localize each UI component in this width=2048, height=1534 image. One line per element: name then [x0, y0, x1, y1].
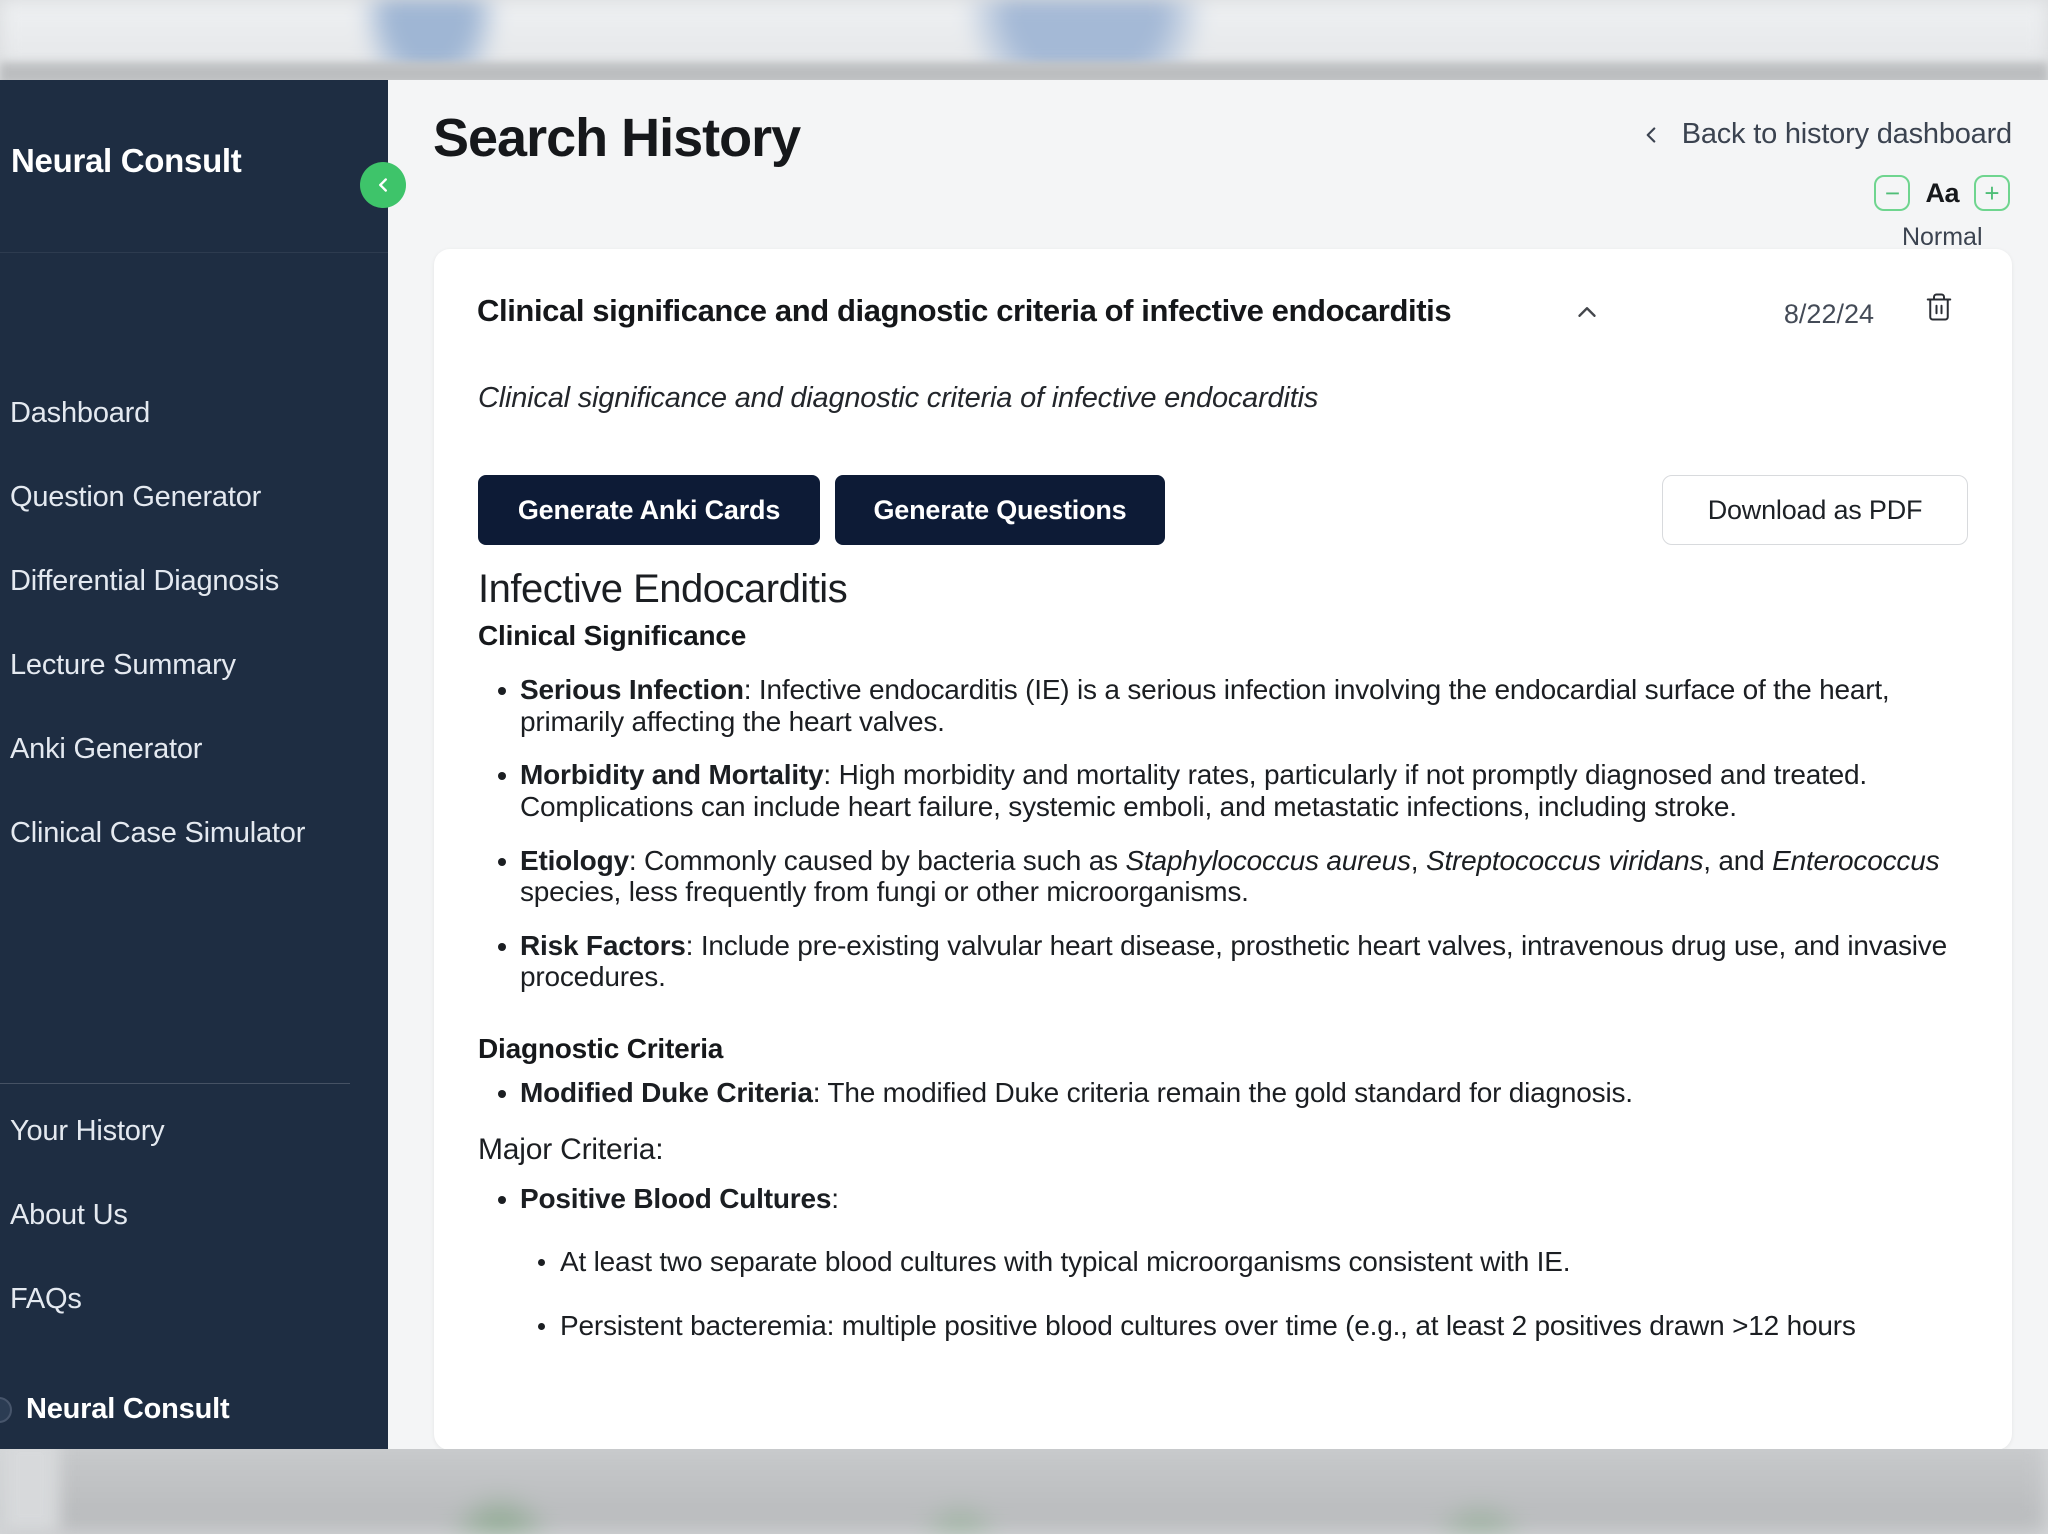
chevron-left-icon	[1646, 126, 1656, 143]
backdrop-bottom-blur	[0, 1436, 2048, 1534]
sidebar-divider	[0, 252, 388, 253]
bullet-term: Serious Infection	[520, 674, 744, 705]
list-item: Serious Infection: Infective endocarditi…	[478, 674, 1978, 737]
bullet-term: Modified Duke Criteria	[520, 1077, 813, 1108]
sidebar: Neural Consult Dashboard Question Genera…	[0, 80, 388, 1449]
back-to-history-dashboard-button[interactable]: Back to history dashboard	[1638, 118, 2012, 151]
bullet-text: : The modified Duke criteria remain the …	[812, 1077, 1633, 1108]
list-item: Morbidity and Mortality: High morbidity …	[478, 759, 1978, 822]
backdrop-top-blur	[0, 0, 2048, 70]
chevron-up-icon	[1578, 307, 1596, 317]
sidebar-item-dashboard[interactable]: Dashboard	[10, 397, 150, 430]
list-item: Etiology: Commonly caused by bacteria su…	[478, 845, 1978, 908]
font-size-name: Normal	[1901, 223, 1983, 251]
sidebar-item-faqs[interactable]: FAQs	[10, 1283, 82, 1316]
trash-icon	[1926, 293, 1952, 321]
list-item: At least two separate blood cultures wit…	[520, 1246, 1978, 1278]
font-size-controls: − Aa + Normal	[1874, 175, 2010, 252]
app-window: Neural Consult Dashboard Question Genera…	[0, 80, 2048, 1449]
organism-name: Staphylococcus aureus	[1125, 844, 1411, 876]
download-as-pdf-button[interactable]: Download as PDF	[1662, 475, 1968, 545]
sidebar-section-divider	[0, 1083, 350, 1084]
sidebar-item-clinical-case-simulator[interactable]: Clinical Case Simulator	[10, 817, 305, 850]
bullet-text: , and	[1703, 844, 1773, 876]
sidebar-item-lecture-summary[interactable]: Lecture Summary	[10, 649, 236, 682]
delete-record-button[interactable]	[1924, 291, 1954, 326]
bullet-text: :	[831, 1182, 839, 1214]
bullet-text: : Include pre-existing valvular heart di…	[520, 929, 1947, 993]
generate-questions-button[interactable]: Generate Questions	[835, 475, 1165, 545]
font-size-sample-label: Aa	[1925, 177, 1959, 208]
bullet-term: Positive Blood Cultures	[520, 1182, 832, 1214]
history-record-card: Clinical significance and diagnostic cri…	[434, 249, 2012, 1449]
record-actions: Generate Anki Cards Generate Questions D…	[478, 475, 1968, 545]
bullet-text: : Commonly caused by bacteria such as	[628, 844, 1126, 876]
bullet-term: Risk Factors	[520, 929, 686, 961]
organism-name: Enterococcus	[1772, 844, 1940, 876]
bullet-text: species, less frequently from fungi or o…	[520, 876, 1249, 908]
list-item: Modified Duke Criteria: The modified Duk…	[478, 1077, 1978, 1109]
avatar	[0, 1396, 12, 1423]
font-size-controls-row: − Aa +	[1874, 175, 2010, 211]
sidebar-item-anki-generator[interactable]: Anki Generator	[10, 733, 202, 766]
increase-font-size-button[interactable]: +	[1974, 175, 2010, 211]
sidebar-item-question-generator[interactable]: Question Generator	[10, 481, 261, 514]
page-title: Search History	[433, 108, 801, 168]
sidebar-item-differential-diagnosis[interactable]: Differential Diagnosis	[10, 565, 279, 598]
sidebar-collapse-button[interactable]	[360, 162, 406, 208]
bullet-term: Morbidity and Mortality	[520, 759, 824, 791]
chevron-left-icon	[379, 178, 387, 192]
clinical-significance-list: Serious Infection: Infective endocarditi…	[478, 674, 1978, 993]
major-criteria-label: Major Criteria:	[478, 1132, 664, 1166]
backdrop-bottom-left	[0, 1436, 60, 1534]
article-heading-1: Infective Endocarditis	[478, 567, 848, 611]
main-content: Search History Back to history dashboard…	[388, 80, 2048, 1449]
sidebar-item-your-history[interactable]: Your History	[10, 1115, 165, 1148]
bullet-text: ,	[1410, 844, 1426, 876]
sidebar-footer[interactable]: Neural Consult	[0, 1370, 388, 1449]
record-title: Clinical significance and diagnostic cri…	[477, 293, 1452, 328]
record-query-text: Clinical significance and diagnostic cri…	[478, 382, 1319, 414]
sidebar-footer-label: Neural Consult	[26, 1393, 230, 1425]
back-link-label: Back to history dashboard	[1681, 118, 2013, 150]
main-surface: Search History Back to history dashboard…	[388, 80, 2048, 1449]
record-article: Infective Endocarditis Clinical Signific…	[478, 567, 1978, 1342]
diagnostic-criteria-list: Modified Duke Criteria: The modified Duk…	[478, 1077, 1978, 1109]
sidebar-item-about-us[interactable]: About Us	[10, 1199, 128, 1232]
organism-name: Streptococcus viridans	[1425, 844, 1704, 876]
article-section-diagnostic-criteria: Diagnostic Criteria	[478, 1033, 724, 1064]
bullet-term: Etiology	[520, 844, 629, 876]
record-date: 8/22/24	[1783, 299, 1874, 329]
sidebar-brand: Neural Consult	[11, 142, 242, 179]
list-item: Positive Blood Cultures: At least two se…	[478, 1183, 1978, 1342]
record-card-header: Clinical significance and diagnostic cri…	[434, 249, 2012, 355]
record-collapse-button[interactable]	[1572, 297, 1602, 330]
generate-anki-cards-button[interactable]: Generate Anki Cards	[478, 475, 820, 545]
list-item: Persistent bacteremia: multiple positive…	[520, 1310, 1978, 1342]
major-criteria-list: Positive Blood Cultures: At least two se…	[478, 1183, 1978, 1342]
decrease-font-size-button[interactable]: −	[1874, 175, 1911, 211]
list-item: Risk Factors: Include pre-existing valvu…	[478, 930, 1978, 993]
blood-culture-sublist: At least two separate blood cultures wit…	[520, 1246, 1978, 1341]
article-section-clinical-significance: Clinical Significance	[478, 620, 747, 651]
